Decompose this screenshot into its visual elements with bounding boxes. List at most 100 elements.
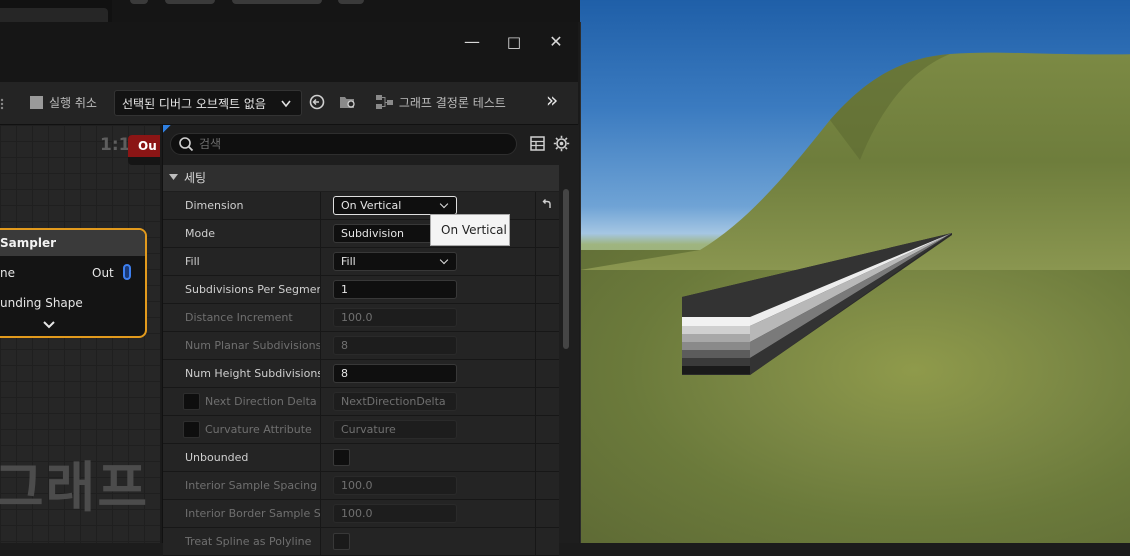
property-row: Curvature Attribute Curvature <box>163 416 559 444</box>
property-label: Next Direction Delta... <box>205 395 317 408</box>
scrollbar-thumb[interactable] <box>563 189 569 349</box>
column-divider <box>535 528 536 555</box>
column-divider <box>320 248 321 275</box>
details-scrollbar[interactable] <box>563 189 571 539</box>
section-title: 세팅 <box>184 171 207 185</box>
graph-toolbar: 실행 취소 선택된 디버그 오브젝트 없음 그래프 결정론 테스트 » <box>0 82 578 125</box>
property-number-field[interactable]: 8 <box>333 364 457 383</box>
output-node[interactable]: Ou <box>128 135 160 165</box>
override-checkbox[interactable] <box>183 393 200 410</box>
property-checkbox[interactable] <box>333 533 350 550</box>
debug-object-label: 선택된 디버그 오브젝트 없음 <box>122 97 266 111</box>
column-divider <box>535 304 536 331</box>
spline-mesh <box>682 233 952 375</box>
cancel-run-button[interactable]: 실행 취소 <box>30 93 97 113</box>
column-divider <box>320 332 321 359</box>
column-divider <box>320 304 321 331</box>
attribute-field[interactable]: NextDirectionDelta <box>333 392 457 411</box>
editor-top-strip <box>0 0 580 22</box>
maximize-button[interactable]: □ <box>502 32 526 52</box>
property-row: Num Planar Subdivisions 8 <box>163 332 559 360</box>
pcg-graph-window: — □ ✕ 실행 취소 선택된 디버그 오브젝트 없음 그래프 결정론 테스트 … <box>0 22 581 556</box>
property-checkbox[interactable] <box>333 449 350 466</box>
find-in-browser-button[interactable] <box>339 94 357 114</box>
output-pin[interactable] <box>123 264 131 280</box>
arrow-left-circle-icon <box>309 94 325 110</box>
viewport-button[interactable] <box>232 0 322 4</box>
spline-sampler-node[interactable]: Sampler ne Out unding Shape <box>0 228 147 338</box>
property-row: Next Direction Delta... NextDirectionDelt… <box>163 388 559 416</box>
column-divider <box>535 472 536 499</box>
property-dropdown[interactable]: On Vertical <box>333 196 457 215</box>
search-input[interactable]: 검색 <box>170 133 517 155</box>
property-dropdown[interactable]: Fill <box>333 252 457 271</box>
toolbar-overflow-button[interactable]: » <box>546 90 558 110</box>
dimension-tooltip: On Vertical <box>430 214 510 246</box>
settings-button[interactable] <box>553 135 570 155</box>
property-label: Num Height Subdivisions <box>185 367 320 380</box>
collapse-triangle-icon <box>169 174 178 180</box>
column-divider <box>535 276 536 303</box>
column-divider <box>535 192 536 219</box>
expand-chevron-icon[interactable] <box>43 321 55 329</box>
viewport-button[interactable] <box>130 0 148 4</box>
property-number-field[interactable]: 1 <box>333 280 457 299</box>
column-divider <box>320 416 321 443</box>
property-label: Dimension <box>185 199 244 212</box>
column-divider <box>320 192 321 219</box>
property-row: Distance Increment 100.0 <box>163 304 559 332</box>
column-divider <box>535 220 536 247</box>
determinism-test-button[interactable]: 그래프 결정론 테스트 <box>375 93 506 113</box>
viewport-button[interactable] <box>338 0 364 4</box>
column-divider <box>535 360 536 387</box>
graph-watermark: 그래프 <box>0 456 150 519</box>
debug-object-dropdown[interactable]: 선택된 디버그 오브젝트 없음 <box>114 90 302 116</box>
input-pin-label: ne <box>0 266 15 280</box>
column-divider <box>320 500 321 527</box>
attribute-field[interactable]: Curvature <box>333 420 457 439</box>
search-icon <box>179 137 194 152</box>
property-label: Interior Border Sample S... <box>185 507 320 520</box>
settings-section-header[interactable]: 세팅 <box>163 165 559 191</box>
property-label: Interior Sample Spacing <box>185 479 318 492</box>
property-number-field[interactable]: 100.0 <box>333 308 457 327</box>
close-button[interactable]: ✕ <box>544 32 568 52</box>
details-panel: 검색 세팅 Dimension On Vertical Mode Subdivisio… <box>162 125 579 556</box>
double-chevron-right-icon: » <box>546 88 559 112</box>
panel-tab-marker <box>163 125 171 133</box>
property-label: Subdivisions Per Segment <box>185 283 320 296</box>
column-divider <box>320 360 321 387</box>
property-row: Fill Fill <box>163 248 559 276</box>
property-number-field[interactable]: 100.0 <box>333 476 457 495</box>
column-divider <box>320 220 321 247</box>
table-icon <box>530 136 545 151</box>
column-divider <box>320 528 321 555</box>
property-row: Unbounded <box>163 444 559 472</box>
table-view-button[interactable] <box>530 136 545 154</box>
property-number-field[interactable]: 100.0 <box>333 504 457 523</box>
minimize-button[interactable]: — <box>460 32 484 52</box>
property-row: Treat Spline as Polyline <box>163 528 559 556</box>
override-checkbox[interactable] <box>183 421 200 438</box>
outliner-tab <box>0 8 108 22</box>
property-rows: Dimension On Vertical Mode Subdivision Fill F… <box>163 192 559 556</box>
property-row: Interior Sample Spacing 100.0 <box>163 472 559 500</box>
property-number-field[interactable]: 8 <box>333 336 457 355</box>
cancel-run-label: 실행 취소 <box>49 96 97 110</box>
viewport-button[interactable] <box>165 0 215 4</box>
property-label: Treat Spline as Polyline <box>185 535 312 548</box>
stop-icon <box>30 96 43 109</box>
reset-to-default-icon[interactable] <box>541 198 553 210</box>
gear-icon <box>553 135 570 152</box>
property-label: Distance Increment <box>185 311 293 324</box>
bounding-shape-pin-label: unding Shape <box>0 296 83 310</box>
graph-canvas[interactable]: 1:1 Ou Sampler ne Out unding Shape 그래프 <box>0 125 160 543</box>
column-divider <box>535 444 536 471</box>
search-placeholder: 검색 <box>199 137 222 151</box>
column-divider <box>535 248 536 275</box>
chevron-down-icon <box>281 100 291 108</box>
title-bar: — □ ✕ <box>0 22 578 82</box>
folder-search-icon <box>340 97 355 108</box>
browse-back-button[interactable] <box>309 94 325 114</box>
graph-nodes-icon <box>376 95 393 109</box>
